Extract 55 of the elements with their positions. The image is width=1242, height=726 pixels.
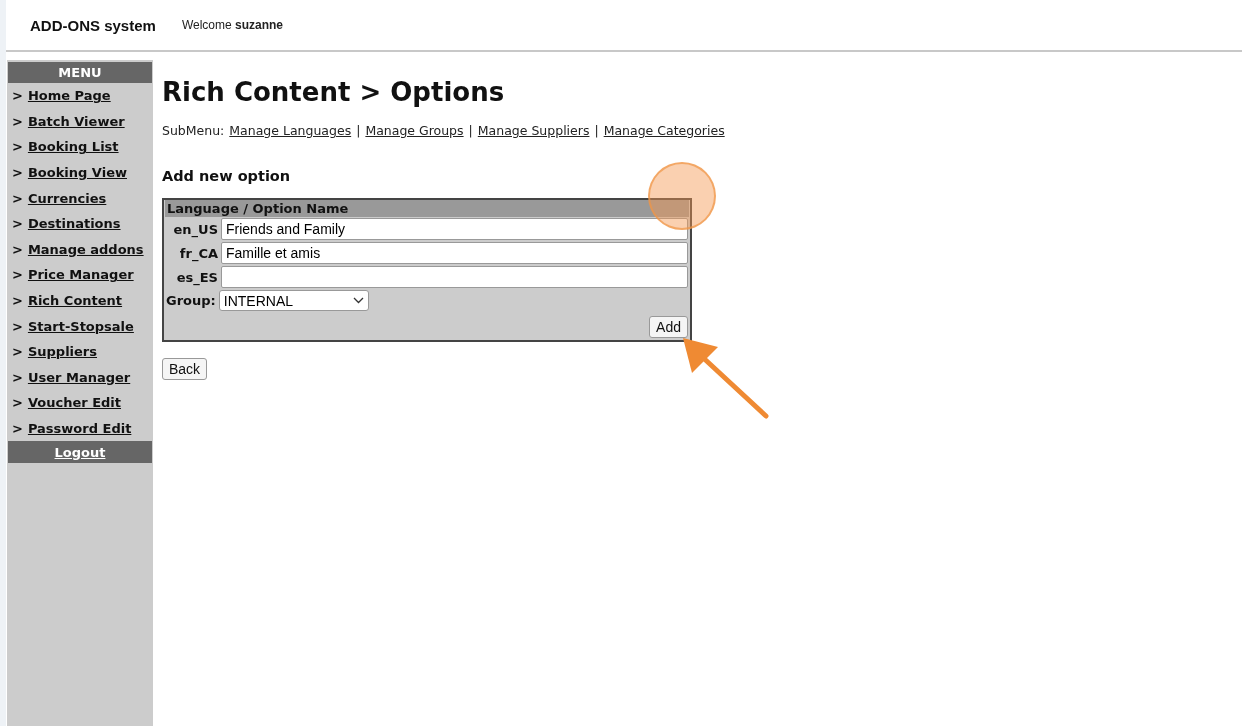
- menu-bullet: >: [12, 395, 23, 411]
- menu-bullet: >: [12, 318, 23, 334]
- language-code: en_US: [172, 221, 218, 237]
- menu-bullet: >: [12, 267, 23, 283]
- separator: |: [594, 123, 599, 138]
- menu-link[interactable]: Price Manager: [27, 267, 134, 283]
- menu-bullet: >: [12, 139, 23, 155]
- menu-link[interactable]: Home Page: [27, 88, 111, 104]
- menu-link[interactable]: Destinations: [27, 216, 121, 232]
- section-title: Add new option: [162, 168, 291, 184]
- form-header: Language / Option Name: [165, 200, 689, 217]
- app-title: ADD-ONS system: [30, 16, 156, 34]
- menu-bullet: >: [12, 216, 23, 232]
- option-name-field[interactable]: [221, 266, 688, 288]
- welcome-text: Welcome suzanne: [181, 18, 284, 32]
- submenu-link[interactable]: Manage Languages: [229, 123, 352, 138]
- menu-bullet: >: [12, 369, 23, 385]
- menu-link[interactable]: Voucher Edit: [27, 395, 121, 411]
- menu-link[interactable]: Start-Stopsale: [27, 318, 134, 334]
- option-name-field[interactable]: Famille et amis: [221, 242, 688, 264]
- menu-link[interactable]: Currencies: [27, 190, 107, 206]
- menu-bullet: >: [12, 293, 23, 309]
- language-code: fr_CA: [178, 245, 218, 261]
- menu-bullet: >: [12, 344, 23, 360]
- page-title: Rich Content > Options: [162, 77, 505, 107]
- menu-link[interactable]: Suppliers: [27, 344, 97, 360]
- menu-bullet: >: [12, 421, 23, 436]
- add-button[interactable]: Add: [649, 316, 688, 338]
- language-code: es_ES: [175, 269, 218, 285]
- caret-icon: [352, 297, 364, 304]
- menu-link[interactable]: Booking View: [27, 165, 127, 181]
- menu-link[interactable]: Password Edit: [27, 421, 132, 436]
- menu-link[interactable]: User Manager: [27, 369, 131, 385]
- pointer-arrow-icon: [680, 335, 770, 420]
- menu-link[interactable]: Booking List: [27, 139, 119, 155]
- group-dropdown[interactable]: INTERNAL: [218, 290, 369, 311]
- separator: |: [356, 123, 361, 138]
- logout-link[interactable]: Logout: [54, 444, 106, 460]
- submenu-link[interactable]: Manage Suppliers: [477, 123, 590, 138]
- submenu-link[interactable]: Manage Groups: [365, 123, 464, 138]
- menu-link[interactable]: Manage addons: [27, 241, 144, 257]
- menu-link[interactable]: Batch Viewer: [27, 113, 125, 129]
- back-button[interactable]: Back: [162, 358, 208, 380]
- separator: |: [468, 123, 473, 138]
- menu-bullet: >: [12, 190, 23, 206]
- group-label: Group:: [166, 293, 216, 308]
- menu-link[interactable]: Rich Content: [27, 293, 123, 309]
- submenu-link[interactable]: Manage Categories: [603, 123, 725, 138]
- option-name-field[interactable]: Friends and Family: [221, 218, 688, 240]
- menu-bullet: >: [12, 88, 23, 104]
- menu-bullet: >: [12, 113, 23, 129]
- submenu-label: SubMenu:: [162, 123, 225, 138]
- menu-bullet: >: [12, 165, 23, 181]
- menu-title: MENU: [8, 62, 152, 83]
- menu-bullet: >: [12, 241, 23, 257]
